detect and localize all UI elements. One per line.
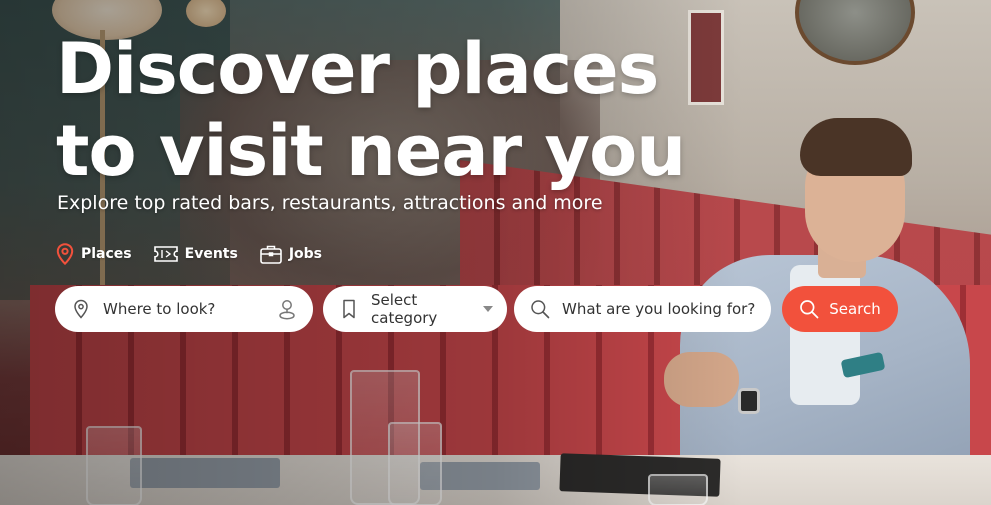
category-select-value: Select category bbox=[371, 291, 438, 327]
search-button-label: Search bbox=[829, 300, 881, 318]
search-button[interactable]: Search bbox=[782, 286, 898, 332]
quick-link-places[interactable]: Places bbox=[56, 243, 132, 265]
bookmark-icon bbox=[343, 299, 355, 319]
search-icon bbox=[531, 300, 550, 319]
category-select[interactable]: Select category bbox=[323, 286, 507, 332]
ticket-icon bbox=[153, 246, 178, 262]
location-field[interactable] bbox=[55, 286, 313, 332]
map-pin-icon bbox=[56, 243, 74, 265]
keyword-input[interactable] bbox=[562, 300, 762, 318]
hero-title-line-1: Discover places bbox=[56, 28, 659, 110]
search-icon bbox=[800, 300, 819, 319]
quick-link-jobs[interactable]: Jobs bbox=[260, 244, 322, 264]
hero-subtitle: Explore top rated bars, restaurants, att… bbox=[57, 192, 603, 214]
quick-link-events[interactable]: Events bbox=[153, 246, 238, 262]
caret-down-icon bbox=[483, 306, 493, 312]
briefcase-icon bbox=[260, 245, 282, 264]
keyword-field[interactable] bbox=[514, 286, 771, 332]
quick-link-label: Events bbox=[184, 246, 238, 262]
quick-link-label: Places bbox=[81, 246, 132, 262]
location-pin-icon bbox=[74, 299, 88, 319]
hero-title-line-2: to visit near you bbox=[56, 110, 686, 192]
hero-title: Discover places to visit near you bbox=[56, 28, 696, 192]
quick-links: Places Events Jobs bbox=[56, 243, 322, 265]
location-input[interactable] bbox=[103, 300, 263, 318]
user-location-icon[interactable] bbox=[275, 297, 299, 321]
quick-link-label: Jobs bbox=[288, 246, 323, 262]
